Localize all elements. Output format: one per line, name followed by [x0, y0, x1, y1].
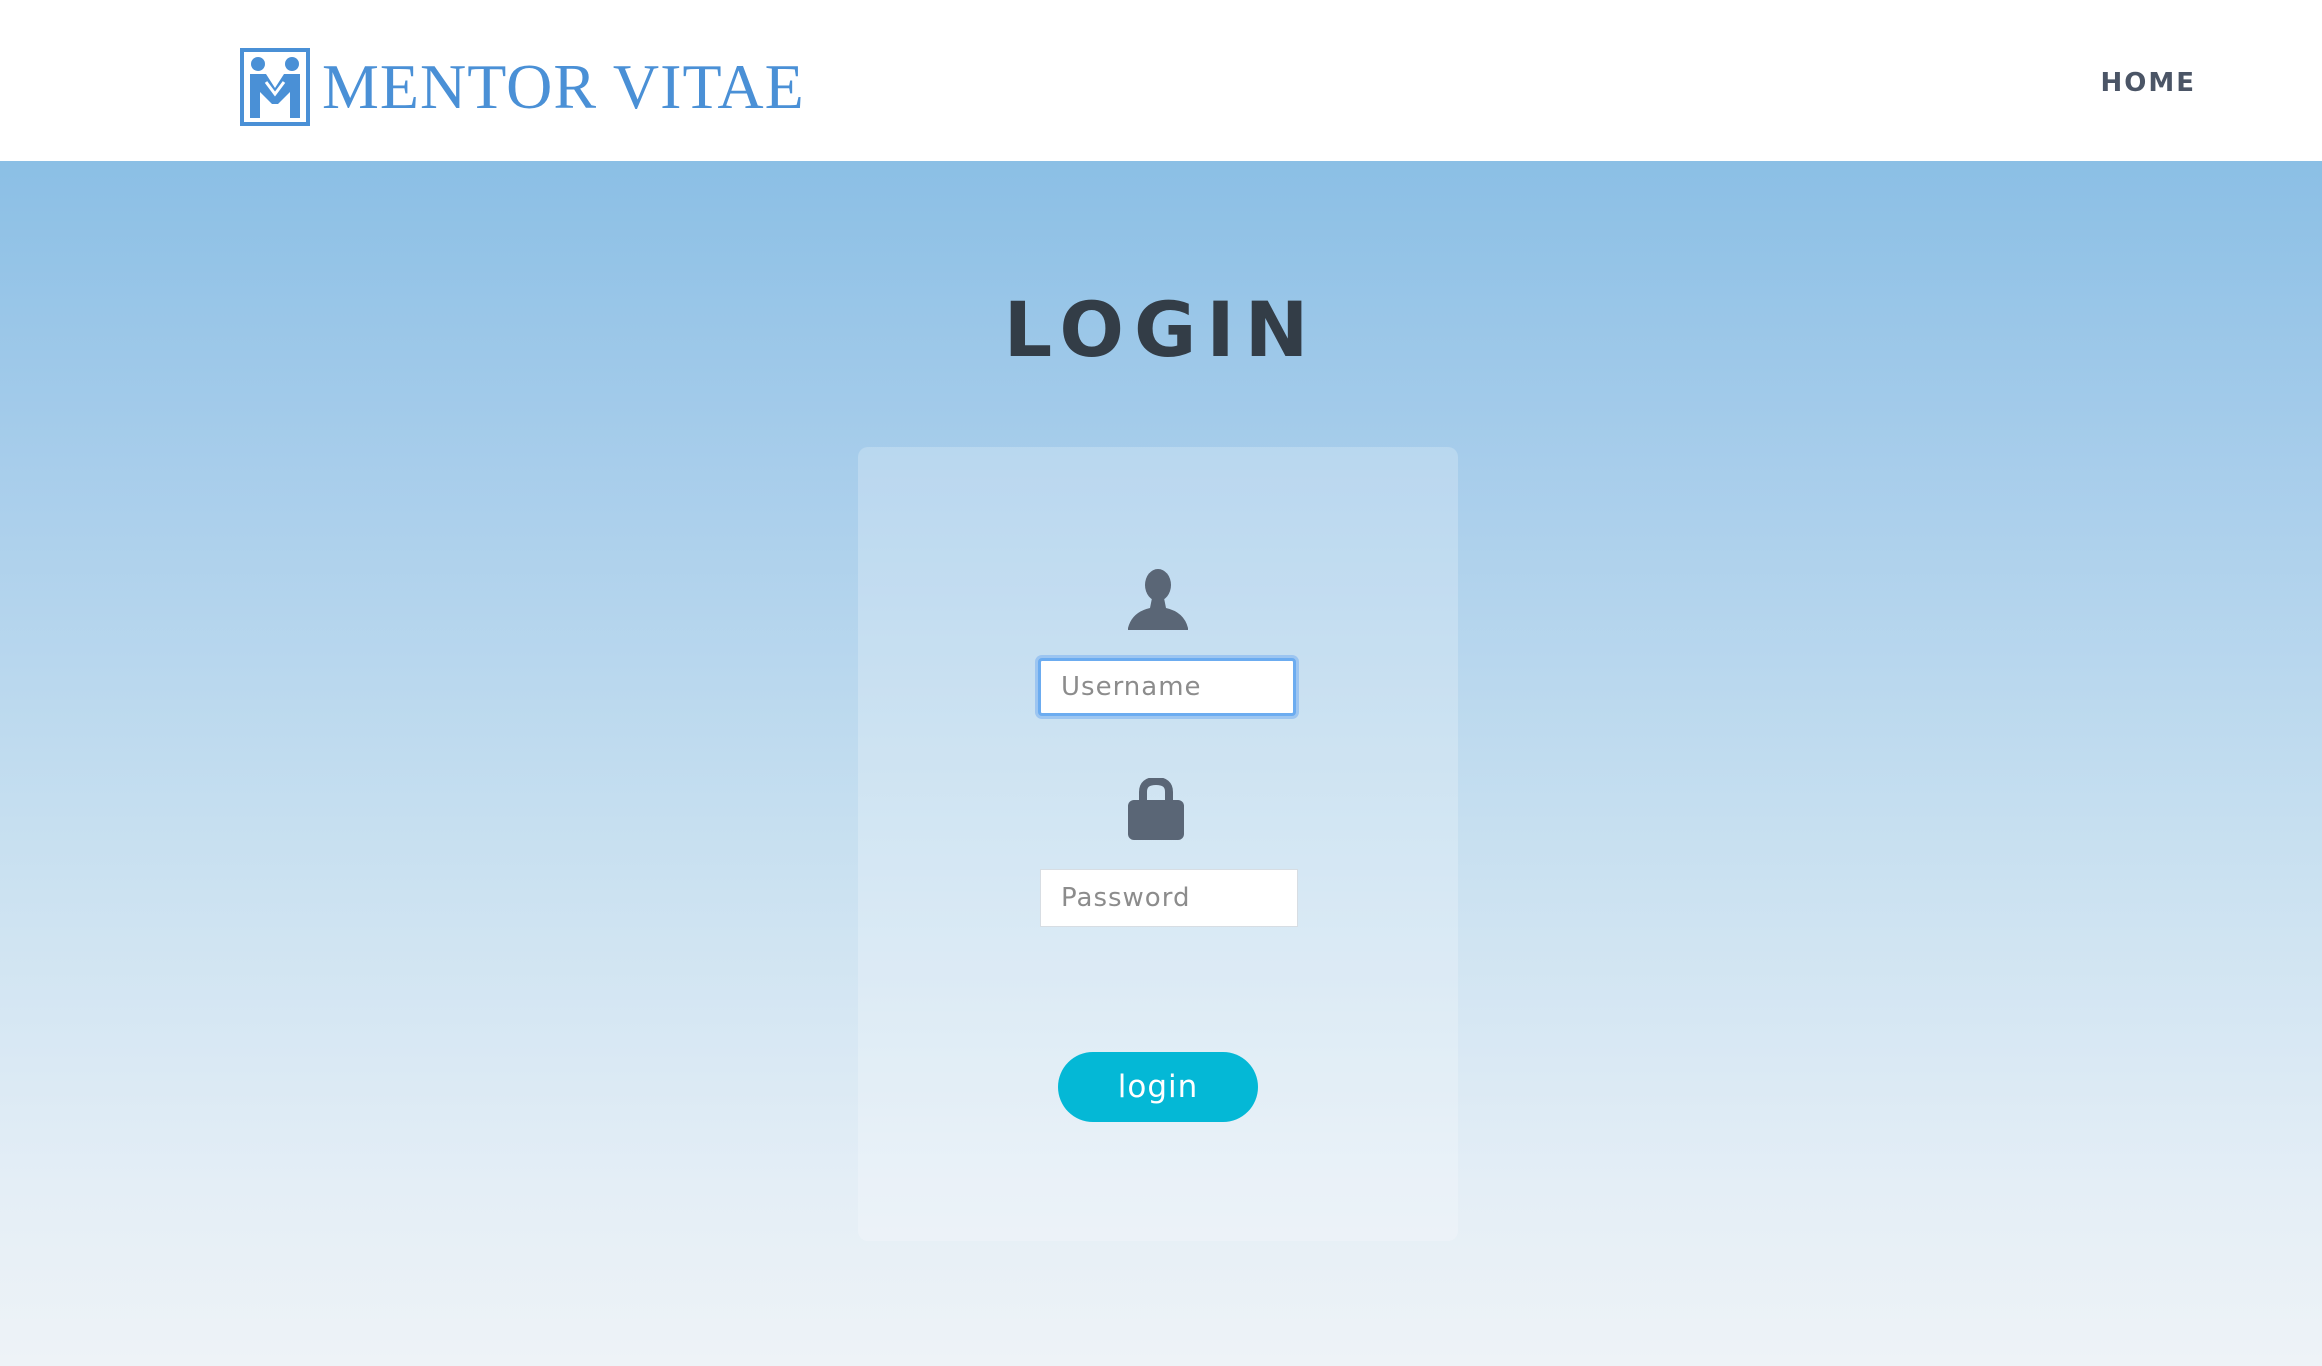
user-icon: [1128, 569, 1188, 630]
nav-home-link[interactable]: HOME: [2101, 68, 2197, 98]
site-header: MENTOR VITAE HOME: [0, 0, 2322, 161]
lock-icon: [1128, 778, 1184, 840]
page-title: LOGIN: [1003, 285, 1319, 374]
mentor-handshake-logo-icon: [240, 48, 310, 126]
username-input[interactable]: [1038, 658, 1296, 716]
login-button[interactable]: login: [1058, 1052, 1258, 1122]
brand-name: MENTOR VITAE: [322, 51, 805, 122]
brand-logo[interactable]: MENTOR VITAE: [240, 48, 805, 126]
password-input[interactable]: [1040, 869, 1298, 927]
